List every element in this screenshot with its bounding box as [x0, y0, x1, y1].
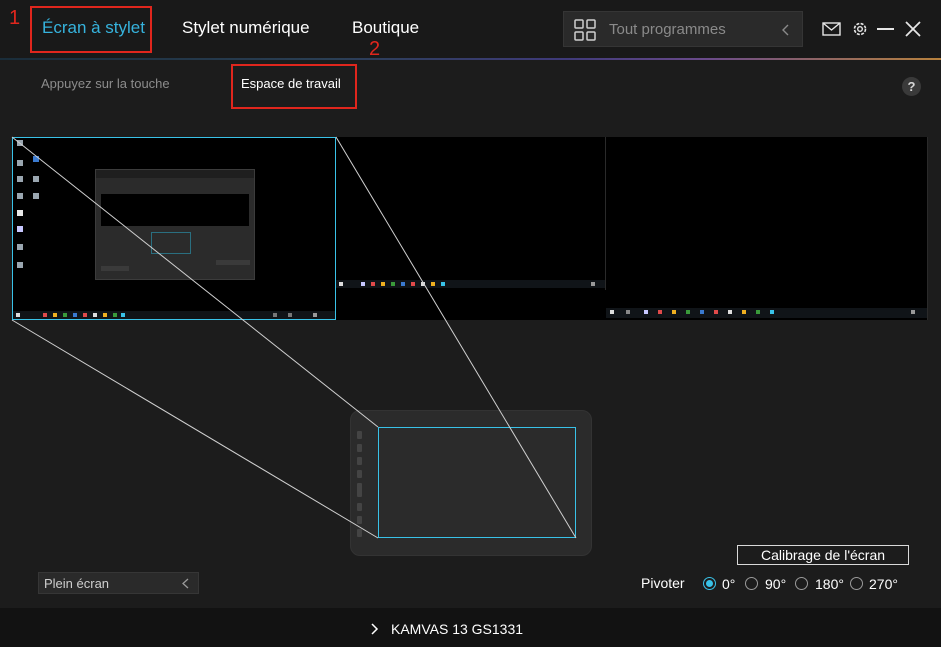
rotate-270-label: 270°	[869, 576, 898, 592]
chevron-left-icon	[182, 578, 189, 589]
chevron-right-icon	[371, 623, 379, 635]
calibrate-screen-button[interactable]: Calibrage de l'écran	[737, 545, 909, 565]
rotate-90-label: 90°	[765, 576, 787, 592]
rotate-180-label: 180°	[815, 576, 844, 592]
rotate-180-radio[interactable]	[795, 577, 808, 590]
mapping-mode-value: Plein écran	[44, 576, 110, 591]
device-name: KAMVAS 13 GS1331	[391, 621, 524, 637]
rotate-0-radio[interactable]	[703, 577, 716, 590]
device-bar[interactable]: KAMVAS 13 GS1331	[0, 608, 941, 647]
mapping-mode-select[interactable]: Plein écran	[38, 572, 199, 594]
rotate-0-label: 0°	[722, 576, 736, 592]
rotate-90-radio[interactable]	[745, 577, 758, 590]
rotate-270-radio[interactable]	[850, 577, 863, 590]
rotate-label: Pivoter	[641, 575, 685, 591]
